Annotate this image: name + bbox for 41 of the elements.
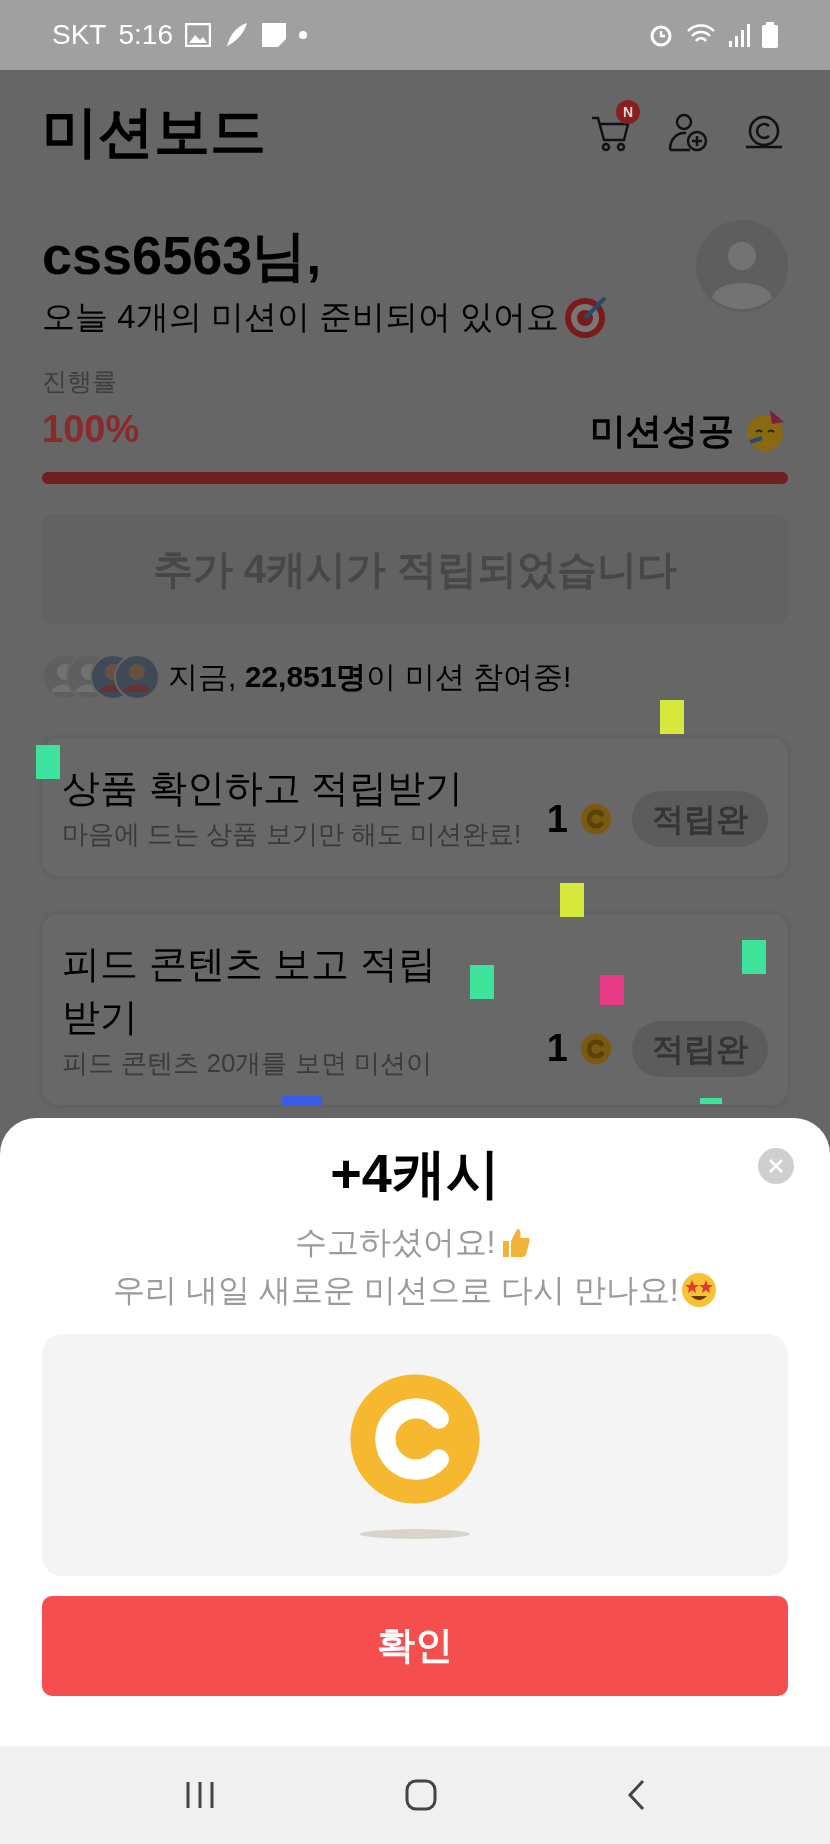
confetti-piece xyxy=(282,1096,322,1106)
mission-title: 피드 콘텐츠 보고 적립 받기 xyxy=(62,941,437,1040)
signal-icon xyxy=(728,23,750,47)
cash-icon[interactable] xyxy=(744,115,784,149)
coin-shadow-icon xyxy=(360,1528,470,1539)
battery-icon xyxy=(762,22,778,48)
confetti-piece xyxy=(660,700,684,734)
coin-icon xyxy=(580,803,612,836)
recent-apps-icon[interactable] xyxy=(184,1780,216,1810)
coin-icon xyxy=(580,1032,612,1065)
page-title: 미션보드 xyxy=(42,104,266,160)
sheet-message: 수고하셨어요! xyxy=(294,1222,496,1262)
participants-text: 지금, 22,851명이 미션 참여중! xyxy=(168,659,572,695)
note-icon xyxy=(260,22,287,48)
progress-percent: 100% xyxy=(42,406,140,452)
confetti-piece xyxy=(700,1098,722,1104)
carrier-text: SKT xyxy=(52,18,107,52)
confirm-button[interactable]: 확인 xyxy=(42,1595,788,1696)
confetti-piece xyxy=(36,745,60,779)
home-icon[interactable] xyxy=(404,1778,438,1812)
mission-status: 미션성공 xyxy=(590,408,734,453)
greeting-subtitle: 오늘 4개의 미션이 준비되어 있어요 xyxy=(42,296,560,337)
image-icon xyxy=(184,23,211,47)
reward-amount: 1 xyxy=(546,796,568,842)
close-icon xyxy=(768,1158,784,1174)
mission-title: 상품 확인하고 적립받기 xyxy=(62,765,465,811)
star-eyes-face-icon xyxy=(680,1271,717,1308)
confetti-piece xyxy=(600,975,624,1005)
participant-avatar xyxy=(114,653,160,700)
greeting-name: css6563님, xyxy=(42,224,323,287)
confetti-piece xyxy=(742,940,766,974)
sheet-message: 우리 내일 새로운 미션으로 다시 만나요! xyxy=(113,1270,679,1310)
confetti-piece xyxy=(470,965,494,999)
back-icon[interactable] xyxy=(626,1779,646,1811)
dot-icon xyxy=(298,31,307,39)
sheet-title: +4캐시 xyxy=(330,1142,500,1205)
reward-amount: 1 xyxy=(546,1026,568,1072)
new-badge: N xyxy=(616,100,640,124)
add-friend-icon[interactable] xyxy=(668,112,708,152)
confetti-piece xyxy=(560,883,584,917)
time-text: 5:16 xyxy=(118,18,173,52)
